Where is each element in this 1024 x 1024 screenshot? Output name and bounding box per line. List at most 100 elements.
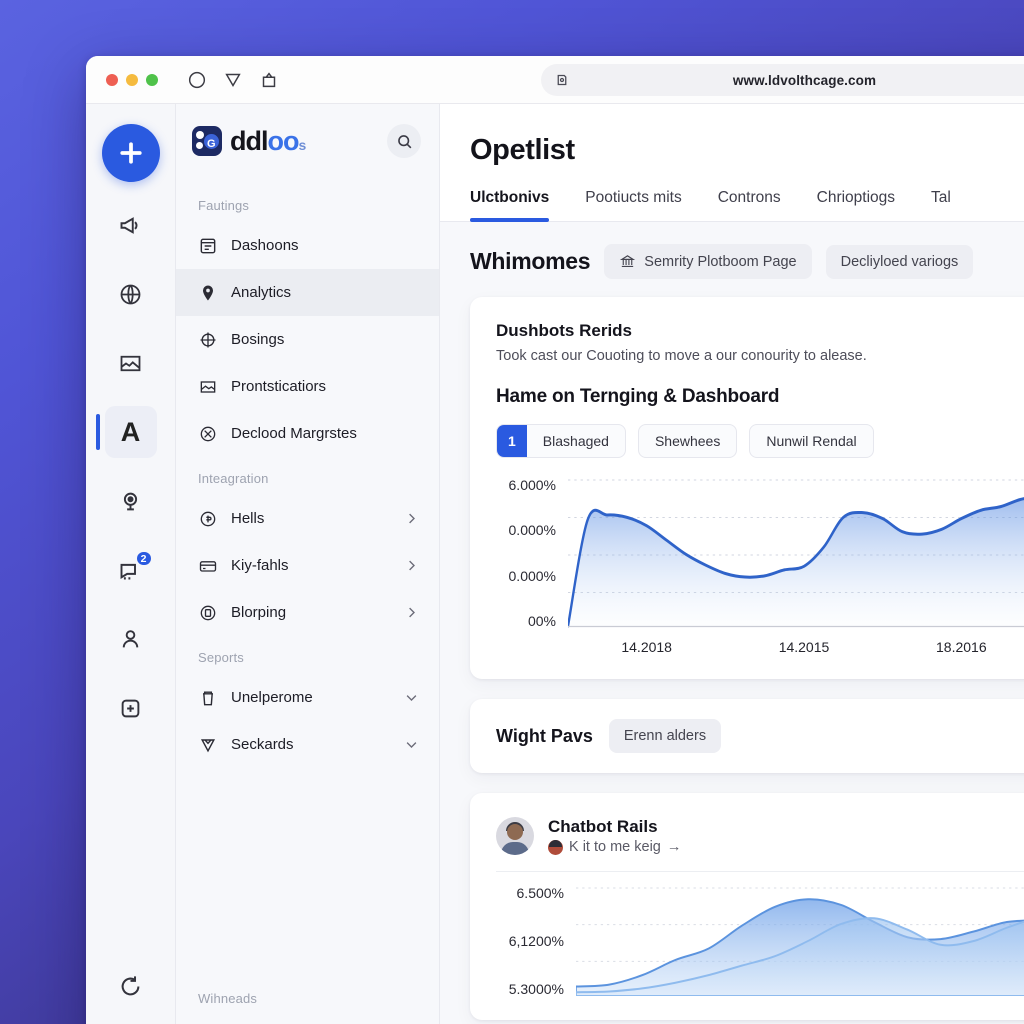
sidebar-item-analytics[interactable]: Analytics — [176, 269, 439, 316]
badge-icon — [198, 603, 218, 623]
segment-label: Shewhees — [654, 433, 721, 449]
card-wight-pavs: Wight Pavs Erenn alders — [470, 699, 1024, 773]
tab-controns[interactable]: Controns — [718, 183, 781, 221]
sidebar-item-declood-margrstes[interactable]: Declood Margrstes — [176, 410, 439, 457]
window-traffic-lights[interactable] — [106, 73, 158, 86]
sidebar-item-bosings[interactable]: Bosings — [176, 316, 439, 363]
bag-icon[interactable] — [258, 69, 280, 91]
section-header: Whimomes Semrity Plotboom Page Decliyloe… — [470, 244, 1024, 279]
minimize-window-button[interactable] — [126, 73, 138, 86]
y-tick: 6,1200% — [508, 933, 564, 949]
chip-semrity-plotboom-page[interactable]: Semrity Plotboom Page — [604, 244, 812, 279]
content-scroll-area: Whimomes Semrity Plotboom Page Decliyloe… — [440, 222, 1024, 1024]
maximize-window-button[interactable] — [146, 73, 158, 86]
rail-item-image-card[interactable] — [105, 337, 157, 389]
rail-item-chat-bubble[interactable]: 2 — [105, 544, 157, 596]
chart-x-axis-labels: 14.2018 14.2015 18.2016 — [568, 639, 1024, 655]
section-title: Whimomes — [470, 248, 591, 274]
chevron-right-icon — [404, 605, 419, 620]
chart-plot-area — [568, 478, 1024, 628]
brand-logo-icon: G — [192, 126, 222, 156]
address-bar[interactable]: www.ldvolthcage.com — [541, 64, 1024, 96]
bank-icon — [619, 253, 636, 270]
card-title: Chatbot Rails — [548, 817, 658, 836]
rail-item-globe[interactable] — [105, 268, 157, 320]
y-tick: 6.500% — [516, 885, 564, 901]
search-icon[interactable] — [387, 124, 421, 158]
segment-label: Blashaged — [542, 433, 609, 449]
rail-item-user[interactable] — [105, 613, 157, 665]
chevron-down-icon — [404, 690, 419, 705]
chart-y-axis-labels: 6.000% 0.000% 0.000% 00% — [496, 478, 568, 628]
sidebar-item-label: Declood Margrstes — [231, 425, 357, 442]
segment-shewhees[interactable]: Shewhees — [637, 424, 738, 458]
nav-section-title-wihneads: Wihneads — [198, 991, 258, 1006]
sidebar-item-label: Analytics — [231, 284, 292, 301]
rail-item-add-square[interactable] — [105, 682, 157, 734]
divider — [496, 871, 1024, 872]
area-chart-secondary: 6.500% 6,1200% 5.3000% — [496, 886, 1024, 996]
target-icon — [198, 330, 218, 350]
sidebar-item-seckards[interactable]: Seckards — [176, 721, 439, 768]
sidebar-item-label: Seckards — [231, 736, 294, 753]
sidebar-item-dashoons[interactable]: Dashoons — [176, 222, 439, 269]
brand-row: G ddloos — [176, 104, 439, 178]
rail-item-letter-a[interactable]: A — [95, 406, 157, 458]
main-content: Opetlist Ulctbonivs Pootiucts mits Contr… — [440, 104, 1024, 1024]
main-tabs: Ulctbonivs Pootiucts mits Controns Chrio… — [440, 183, 1024, 222]
mini-avatar-icon — [548, 839, 563, 855]
sidebar-item-blorping[interactable]: Blorping — [176, 589, 439, 636]
segment-nunwil-rendal[interactable]: Nunwil Rendal — [749, 424, 874, 458]
area-chart-primary: 6.000% 0.000% 0.000% 00% — [496, 478, 1024, 628]
browser-nav-icons — [186, 69, 280, 91]
tab-ulctbonivs[interactable]: Ulctbonivs — [470, 183, 550, 222]
segment-filter-group: 1 Blashaged Shewhees Nunwil Rendal — [496, 424, 1024, 458]
nav-section-title-inteagration: Inteagration — [198, 471, 269, 486]
rail-item-megaphone[interactable] — [105, 199, 157, 251]
x-tick: 18.2016 — [936, 639, 987, 655]
card-subtitle: K it to me keig — [569, 839, 661, 855]
sidebar-footer-section: Wihneads Btudnjones — [176, 977, 439, 1024]
dashboard-icon — [198, 236, 218, 256]
chip-label: Erenn alders — [623, 728, 707, 744]
tab-pootiucts-mits[interactable]: Pootiucts mits — [585, 183, 681, 221]
card-header-row: Wight Pavs Erenn alders — [496, 719, 1024, 753]
chip-label: Decliyloed variogs — [840, 253, 959, 270]
chip-decliyloed-variogs[interactable]: Decliyloed variogs — [825, 244, 974, 279]
tab-chrioptiogs[interactable]: Chrioptiogs — [817, 183, 895, 221]
coin-icon — [198, 509, 218, 529]
trash-icon — [198, 688, 218, 708]
sidebar-item-unelperome[interactable]: Unelperome — [176, 674, 439, 721]
icon-rail: A 2 — [86, 104, 176, 1024]
close-window-button[interactable] — [106, 73, 118, 86]
sidebar-item-btudnjones[interactable]: Btudnjones — [176, 1015, 439, 1024]
chat-identity: Chatbot Rails K it to me keig → — [548, 817, 681, 855]
chevron-down-icon — [404, 737, 419, 752]
sidebar-item-kiy-fahls[interactable]: Kiy-fahls — [176, 542, 439, 589]
segment-count: 1 — [497, 425, 527, 457]
segment-blashaged[interactable]: 1 Blashaged — [496, 424, 626, 458]
nav-section-title-seports: Seports — [198, 650, 244, 665]
chip-erenn-alders[interactable]: Erenn alders — [608, 719, 722, 753]
rail-item-location-pin[interactable] — [105, 475, 157, 527]
tab-tal[interactable]: Tal — [931, 183, 951, 221]
sidebar-item-label: Dashoons — [231, 237, 299, 254]
shield-icon[interactable] — [222, 69, 244, 91]
chart2-y-axis-labels: 6.500% 6,1200% 5.3000% — [496, 886, 576, 996]
sidebar-item-label: Unelperome — [231, 689, 313, 706]
add-new-button[interactable] — [101, 124, 160, 182]
chat-header-row: Chatbot Rails K it to me keig → — [496, 817, 1024, 855]
rail-item-refresh[interactable] — [105, 960, 157, 1012]
sidebar-item-hells[interactable]: Hells — [176, 495, 439, 542]
desktop-background: www.ldvolthcage.com A 2 G ddloos Fauting… — [0, 0, 1024, 1024]
avatar — [496, 817, 534, 855]
y-tick: 6.000% — [508, 477, 556, 493]
chip-label: Semrity Plotboom Page — [644, 253, 797, 270]
brand-sub: s — [298, 136, 307, 153]
chevron-right-icon — [404, 511, 419, 526]
card-icon — [198, 556, 218, 576]
sidebar-item-prontsticatiors[interactable]: Prontsticatiors — [176, 363, 439, 410]
brand-main: ddl — [230, 125, 268, 156]
back-circle-icon[interactable] — [186, 69, 208, 91]
page-title: Opetlist — [470, 134, 575, 166]
